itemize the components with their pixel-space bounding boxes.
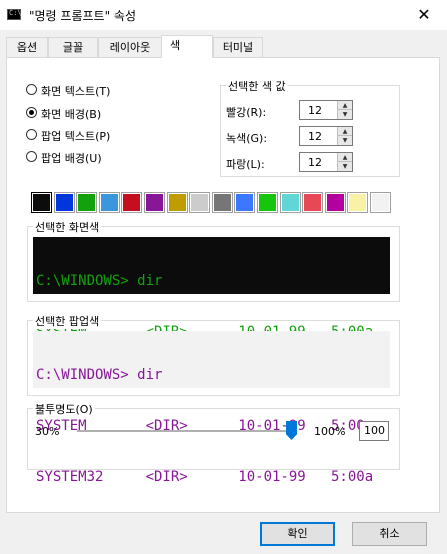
tab-terminal[interactable]: 터미널 [213, 37, 263, 57]
command-prompt-icon-text: C:\ [9, 9, 22, 17]
green-label: 녹색(G): [226, 132, 268, 145]
preview-line: SYSTEM32 <DIR> 10-01-99 5:00a [36, 469, 374, 485]
opacity-max-label: 100% [314, 425, 346, 438]
color-swatch[interactable] [347, 192, 369, 213]
radio-label: 팝업 텍스트(P) [41, 130, 111, 143]
green-value[interactable]: 12 [308, 130, 322, 143]
radio-label: 화면 배경(B) [41, 108, 102, 121]
window-title: "명령 프롬프트" 속성 [29, 9, 136, 23]
radio-button[interactable] [26, 129, 37, 140]
red-value[interactable]: 12 [308, 104, 322, 117]
opacity-group: 불투명도(O) [27, 401, 400, 470]
green-spinner[interactable]: 12 ▲ ▼ [299, 126, 353, 146]
red-spinner[interactable]: 12 ▲ ▼ [299, 100, 353, 120]
preview-line: C:\WINDOWS> dir [36, 367, 163, 383]
preview-line: C:\WINDOWS> dir [36, 273, 163, 289]
radio-button[interactable] [26, 151, 37, 162]
blue-value[interactable]: 12 [308, 156, 322, 169]
color-swatch[interactable] [31, 192, 52, 213]
color-swatch[interactable] [279, 192, 301, 213]
red-label: 빨강(R): [226, 106, 267, 119]
spin-down-icon[interactable]: ▼ [338, 136, 352, 145]
tab-options[interactable]: 옵션 [6, 37, 48, 57]
spin-up-icon[interactable]: ▲ [338, 101, 352, 110]
radio-label: 화면 텍스트(T) [41, 85, 111, 98]
color-swatch[interactable] [234, 192, 256, 213]
color-swatch[interactable] [211, 192, 233, 213]
title-bar: C:\ "명령 프롬프트" 속성 ✕ [0, 0, 447, 30]
color-swatch[interactable] [257, 192, 278, 213]
color-swatch[interactable] [324, 192, 346, 213]
popup-color-label: 선택한 팝업색 [33, 313, 102, 329]
screen-color-preview: C:\WINDOWS> dir SYSTEM <DIR> 10-01-99 5:… [33, 237, 390, 391]
opacity-min-label: 30% [35, 425, 60, 438]
spin-up-icon[interactable]: ▲ [338, 127, 352, 136]
opacity-slider-track[interactable] [77, 430, 292, 432]
color-swatch[interactable] [98, 192, 120, 213]
blue-spin-buttons: ▲ ▼ [337, 153, 352, 171]
command-prompt-icon: C:\ [7, 9, 22, 20]
tab-font[interactable]: 글꼴 [48, 37, 98, 57]
color-swatch[interactable] [166, 192, 188, 213]
radio-button[interactable] [26, 84, 37, 95]
color-swatch[interactable] [76, 192, 98, 213]
popup-color-preview: C:\WINDOWS> dir SYSTEM <DIR> 10-01-99 5:… [33, 331, 390, 485]
close-button[interactable]: ✕ [401, 0, 447, 30]
color-swatch[interactable] [53, 192, 75, 213]
color-swatch[interactable] [302, 192, 324, 213]
opacity-value-field[interactable]: 100 [359, 421, 389, 441]
color-swatch[interactable] [370, 192, 391, 213]
cancel-button[interactable]: 취소 [352, 522, 427, 546]
green-spin-buttons: ▲ ▼ [337, 127, 352, 145]
spin-up-icon[interactable]: ▲ [338, 153, 352, 162]
spin-down-icon[interactable]: ▼ [338, 110, 352, 119]
screen-color-label: 선택한 화면색 [33, 219, 102, 235]
color-values-label: 선택한 색 값 [226, 78, 288, 94]
spin-down-icon[interactable]: ▼ [338, 162, 352, 171]
tab-colors[interactable]: 색 [161, 35, 213, 58]
color-swatch[interactable] [121, 192, 143, 213]
opacity-label: 불투명도(O) [33, 401, 95, 417]
radio-label: 팝업 배경(U) [41, 152, 102, 165]
blue-label: 파랑(L): [226, 158, 265, 171]
color-swatch[interactable] [144, 192, 165, 213]
blue-spinner[interactable]: 12 ▲ ▼ [299, 152, 353, 172]
red-spin-buttons: ▲ ▼ [337, 101, 352, 119]
color-swatch[interactable] [189, 192, 211, 213]
radio-button[interactable] [26, 107, 37, 118]
ok-button[interactable]: 확인 [260, 522, 335, 546]
tab-layout[interactable]: 레이아웃 [98, 37, 162, 57]
